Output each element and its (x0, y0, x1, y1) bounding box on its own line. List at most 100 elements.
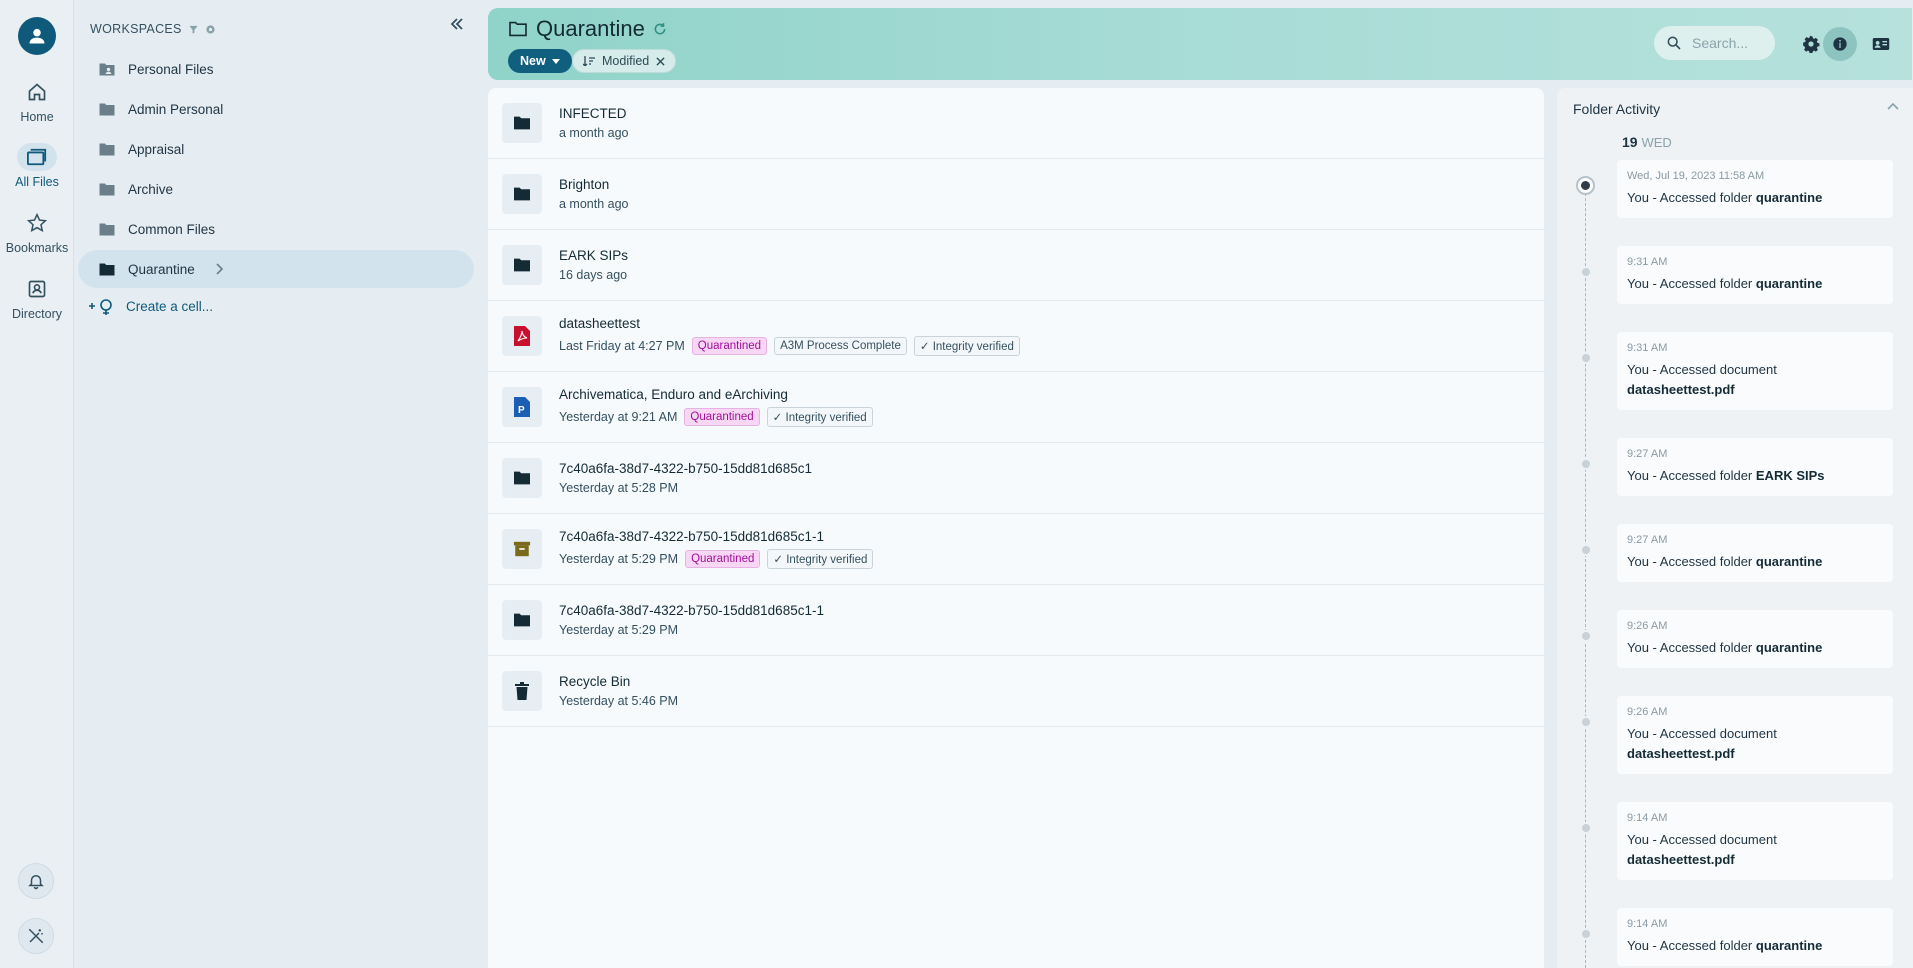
gear-icon[interactable] (205, 24, 216, 35)
rail-directory[interactable]: Directory (0, 275, 74, 321)
file-modified: a month ago (559, 126, 629, 140)
file-row[interactable]: P Archivematica, Enduro and eArchiving Y… (488, 372, 1544, 443)
folder-icon (99, 143, 115, 155)
workspaces-header: WORKSPACES (90, 22, 216, 36)
theme-toggle-button[interactable] (18, 918, 54, 954)
search-input[interactable] (1692, 35, 1762, 51)
timeline-dot (1580, 630, 1592, 642)
rail-directory-label: Directory (11, 307, 62, 321)
activity-time: 9:27 AM (1627, 448, 1668, 460)
folder-icon (502, 174, 542, 214)
refresh-icon[interactable] (653, 22, 667, 36)
activity-text: You - Accessed folder quarantine (1627, 938, 1823, 953)
timeline-line (1585, 178, 1586, 968)
file-name: 7c40a6fa-38d7-4322-b750-15dd81d685c1 (559, 461, 812, 476)
integrity-badge: ✓ Integrity verified (767, 549, 874, 569)
folder-icon (502, 245, 542, 285)
activity-text: You - Accessed folder EARK SIPs (1627, 468, 1825, 483)
star-icon (17, 209, 57, 237)
file-row[interactable]: 7c40a6fa-38d7-4322-b750-15dd81d685c1-1 Y… (488, 585, 1544, 656)
timeline-dot (1580, 352, 1592, 364)
info-icon (1833, 37, 1847, 51)
activity-time: 9:27 AM (1627, 534, 1668, 546)
rail-all-files[interactable]: All Files (0, 143, 74, 189)
workspace-label: Appraisal (128, 141, 185, 157)
close-icon[interactable] (656, 56, 665, 66)
workspace-common-files[interactable]: Common Files (78, 210, 474, 248)
activity-card[interactable]: 9:14 AM You - Accessed document datashee… (1617, 802, 1893, 880)
folder-icon (502, 600, 542, 640)
rail-all-files-label: All Files (15, 175, 59, 189)
workspace-archive[interactable]: Archive (78, 170, 474, 208)
rail-home[interactable]: Home (0, 78, 74, 124)
file-row[interactable]: Recycle Bin Yesterday at 5:46 PM (488, 656, 1544, 727)
user-avatar[interactable] (18, 17, 56, 55)
user-icon (29, 28, 45, 44)
timeline-dot (1580, 928, 1592, 940)
gear-icon (1803, 35, 1820, 53)
workspace-personal-files[interactable]: Personal Files (78, 50, 474, 88)
activity-time: 9:31 AM (1627, 256, 1668, 268)
activity-card[interactable]: Wed, Jul 19, 2023 11:58 AM You - Accesse… (1617, 160, 1893, 218)
integrity-badge: ✓ Integrity verified (766, 407, 873, 427)
chevron-right-icon[interactable] (215, 263, 223, 275)
folders-icon (17, 143, 57, 171)
activity-card[interactable]: 9:27 AM You - Accessed folder EARK SIPs (1617, 438, 1893, 496)
workspace-label: Personal Files (128, 61, 214, 77)
collapse-sidebar-button[interactable] (446, 14, 468, 34)
file-row[interactable]: 7c40a6fa-38d7-4322-b750-15dd81d685c1-1 Y… (488, 514, 1544, 585)
activity-card[interactable]: 9:27 AM You - Accessed folder quarantine (1617, 524, 1893, 582)
file-name: INFECTED (559, 106, 627, 121)
workspace-admin-personal[interactable]: Admin Personal (78, 90, 474, 128)
activity-time: 9:14 AM (1627, 918, 1668, 930)
timeline-dot (1580, 266, 1592, 278)
folder-icon (502, 103, 542, 143)
file-modified: Yesterday at 5:29 PM (559, 623, 679, 637)
magic-wand-off-icon (28, 928, 44, 944)
archive-box-icon (502, 529, 542, 569)
details-view-button[interactable] (1864, 27, 1898, 61)
workspace-label: Archive (128, 181, 174, 197)
file-name: Recycle Bin (559, 674, 631, 689)
file-name: 7c40a6fa-38d7-4322-b750-15dd81d685c1-1 (559, 603, 824, 618)
chevron-up-icon[interactable] (1887, 102, 1899, 110)
filter-icon[interactable] (188, 24, 199, 35)
activity-text: You - Accessed folder quarantine (1627, 554, 1823, 569)
workspace-label: Common Files (128, 221, 216, 237)
rail-bookmarks[interactable]: Bookmarks (0, 209, 74, 255)
nav-rail: Home All Files Bookmarks Directory (0, 0, 74, 968)
sort-chip[interactable]: Modified (572, 49, 677, 73)
file-name: EARK SIPs (559, 248, 629, 263)
info-panel-button[interactable] (1823, 27, 1857, 61)
activity-card[interactable]: 9:26 AM You - Accessed folder quarantine (1617, 610, 1893, 668)
activity-card[interactable]: 9:31 AM You - Accessed document datashee… (1617, 332, 1893, 410)
notifications-button[interactable] (18, 863, 54, 899)
folder-icon (99, 183, 115, 195)
sort-icon (583, 56, 595, 66)
activity-card[interactable]: 9:31 AM You - Accessed folder quarantine (1617, 246, 1893, 304)
folder-icon (502, 458, 542, 498)
file-row[interactable]: INFECTED a month ago (488, 88, 1544, 159)
search-box (1654, 26, 1775, 60)
activity-card[interactable]: 9:26 AM You - Accessed document datashee… (1617, 696, 1893, 774)
presentation-icon: P (502, 387, 542, 427)
new-button-label: New (520, 54, 546, 68)
caret-down-icon (551, 58, 560, 64)
workspaces-sidebar: WORKSPACES Personal Files Admin Personal… (74, 0, 480, 968)
activity-card[interactable]: 9:14 AM You - Accessed folder quarantine (1617, 908, 1893, 966)
file-row[interactable]: 7c40a6fa-38d7-4322-b750-15dd81d685c1 Yes… (488, 443, 1544, 514)
file-name: 7c40a6fa-38d7-4322-b750-15dd81d685c1-1 (559, 529, 824, 544)
file-row[interactable]: EARK SIPs 16 days ago (488, 230, 1544, 301)
timeline-dot (1580, 822, 1592, 834)
file-row[interactable]: datasheettest Last Friday at 4:27 PM Qua… (488, 301, 1544, 372)
workspace-quarantine[interactable]: Quarantine (78, 250, 474, 288)
create-cell-link[interactable]: Create a cell... (88, 296, 213, 316)
workspace-appraisal[interactable]: Appraisal (78, 130, 474, 168)
workspaces-title: WORKSPACES (90, 22, 182, 36)
folder-activity-panel: Folder Activity 19 WED Wed, Jul 19, 2023… (1557, 88, 1913, 968)
page-title-text: Quarantine (536, 16, 645, 41)
new-button[interactable]: New (508, 49, 572, 73)
activity-time: 9:26 AM (1627, 706, 1668, 718)
file-row[interactable]: Brighton a month ago (488, 159, 1544, 230)
activity-text: You - Accessed folder quarantine (1627, 640, 1823, 655)
